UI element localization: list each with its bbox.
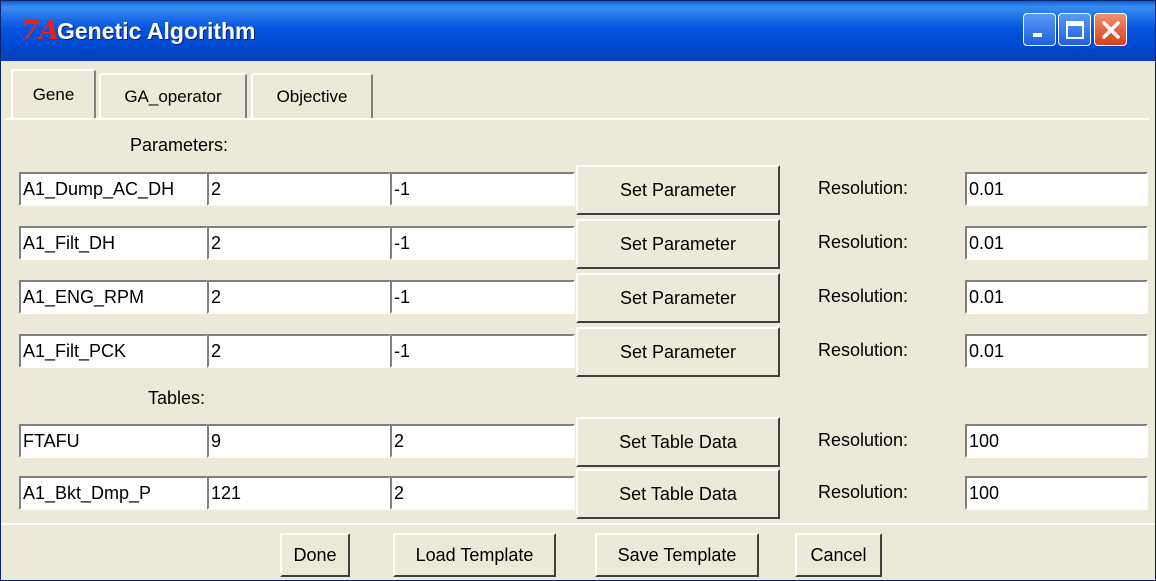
table-value1-field[interactable]: 121 bbox=[207, 476, 391, 510]
set-parameter-button[interactable]: Set Parameter bbox=[576, 165, 780, 215]
set-parameter-button[interactable]: Set Parameter bbox=[576, 273, 780, 323]
done-button[interactable]: Done bbox=[280, 533, 350, 577]
resolution-label: Resolution: bbox=[818, 286, 909, 306]
param-value1-field[interactable]: 2 bbox=[207, 334, 391, 368]
resolution-label: Resolution: bbox=[818, 232, 909, 252]
resolution-field[interactable]: 0.01 bbox=[965, 172, 1148, 206]
genetic-algorithm-window: 7A Genetic Algorithm Gene GA_operator Ob… bbox=[0, 0, 1156, 581]
cancel-button[interactable]: Cancel bbox=[795, 533, 882, 577]
resolution-label: Resolution: bbox=[818, 340, 909, 360]
resolution-label: Resolution: bbox=[818, 430, 909, 450]
set-table-data-button[interactable]: Set Table Data bbox=[576, 469, 780, 519]
set-parameter-button[interactable]: Set Parameter bbox=[576, 327, 780, 377]
table-name-field[interactable]: FTAFU bbox=[19, 424, 208, 458]
tab-objective[interactable]: Objective bbox=[251, 73, 373, 119]
parameters-label: Parameters: bbox=[130, 135, 229, 155]
save-template-button[interactable]: Save Template bbox=[595, 533, 759, 577]
resolution-label: Resolution: bbox=[818, 178, 909, 198]
window-title: Genetic Algorithm bbox=[57, 18, 256, 44]
table-value2-field[interactable]: 2 bbox=[390, 424, 575, 458]
close-button[interactable] bbox=[1094, 13, 1127, 46]
set-parameter-button[interactable]: Set Parameter bbox=[576, 219, 780, 269]
param-value2-field[interactable]: -1 bbox=[390, 334, 575, 368]
param-name-field[interactable]: A1_Dump_AC_DH bbox=[19, 172, 208, 206]
gene-panel: Parameters: A1_Dump_AC_DH 2 -1 Set Param… bbox=[5, 118, 1149, 523]
footer-bar: Done Load Template Save Template Cancel bbox=[1, 523, 1155, 580]
table-value2-field[interactable]: 2 bbox=[390, 476, 575, 510]
param-name-field[interactable]: A1_Filt_DH bbox=[19, 226, 208, 260]
tables-label: Tables: bbox=[148, 388, 206, 408]
tab-ga-operator[interactable]: GA_operator bbox=[99, 73, 247, 119]
title-bar[interactable]: 7A Genetic Algorithm bbox=[1, 1, 1155, 61]
minimize-icon bbox=[1032, 32, 1042, 37]
resolution-field[interactable]: 0.01 bbox=[965, 334, 1148, 368]
param-value1-field[interactable]: 2 bbox=[207, 280, 391, 314]
maximize-icon bbox=[1065, 20, 1084, 39]
resolution-field[interactable]: 100 bbox=[965, 476, 1148, 510]
param-value2-field[interactable]: -1 bbox=[390, 280, 575, 314]
minimize-button[interactable] bbox=[1023, 13, 1056, 46]
param-value1-field[interactable]: 2 bbox=[207, 172, 391, 206]
param-name-field[interactable]: A1_Filt_PCK bbox=[19, 334, 208, 368]
resolution-field[interactable]: 0.01 bbox=[965, 226, 1148, 260]
load-template-button[interactable]: Load Template bbox=[393, 533, 556, 577]
close-icon bbox=[1101, 20, 1120, 39]
param-value1-field[interactable]: 2 bbox=[207, 226, 391, 260]
resolution-field[interactable]: 0.01 bbox=[965, 280, 1148, 314]
param-name-field[interactable]: A1_ENG_RPM bbox=[19, 280, 208, 314]
resolution-label: Resolution: bbox=[818, 482, 909, 502]
resolution-field[interactable]: 100 bbox=[965, 424, 1148, 458]
tab-strip: Gene GA_operator Objective bbox=[1, 61, 1155, 119]
app-icon: 7A bbox=[21, 16, 60, 46]
param-value2-field[interactable]: -1 bbox=[390, 172, 575, 206]
tab-gene[interactable]: Gene bbox=[11, 69, 96, 119]
table-name-field[interactable]: A1_Bkt_Dmp_P bbox=[19, 476, 208, 510]
table-value1-field[interactable]: 9 bbox=[207, 424, 391, 458]
set-table-data-button[interactable]: Set Table Data bbox=[576, 417, 780, 467]
param-value2-field[interactable]: -1 bbox=[390, 226, 575, 260]
maximize-button[interactable] bbox=[1058, 13, 1091, 46]
